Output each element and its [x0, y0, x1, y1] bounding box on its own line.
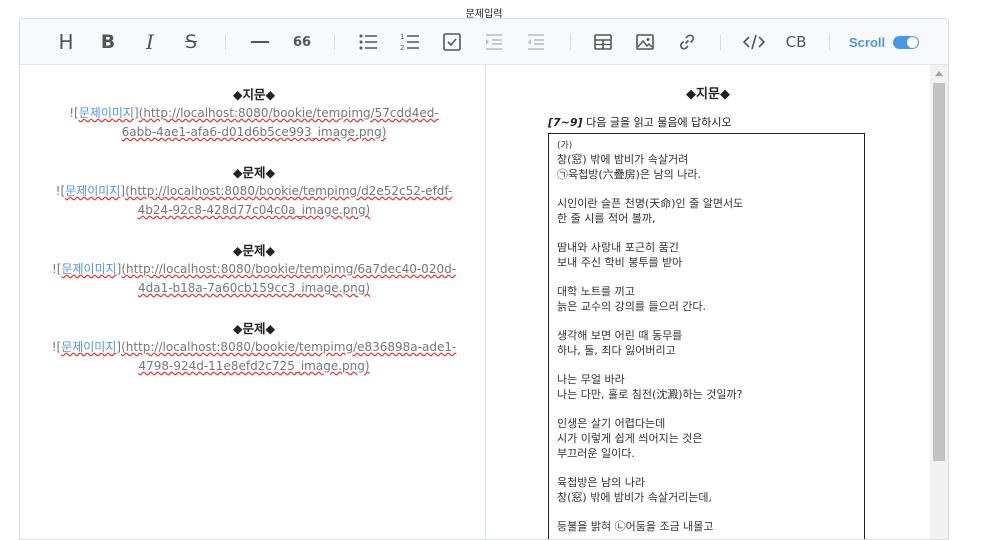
md-image-url-cont: 6abb-4ae1-afa6-d01d6b5ce993_image.png)	[121, 125, 387, 139]
md-image-line: ![문제이미지](http://localhost:8080/bookie/te…	[51, 262, 457, 276]
poem-stanza: 등불을 밝혀 ㉡어둠을 조금 내몰고	[557, 520, 714, 533]
md-image-url-cont: 4da1-b18a-7a60cb159cc3_image.png)	[137, 281, 371, 295]
md-image-line: ![문제이미지](http://localhost:8080/bookie/te…	[55, 184, 453, 198]
md-image-alt: 문제이미지	[78, 106, 134, 120]
bold-icon[interactable]: B	[95, 29, 121, 55]
svg-text:2: 2	[400, 44, 404, 52]
md-image-url-cont: 4b24-92c8-428d77c04c0a_image.png)	[137, 203, 371, 217]
markdown-editor: H B I S 66 12 CB Scroll ◆지문◆ ![문제이미지](ht…	[19, 18, 949, 540]
bold-glyph: B	[100, 31, 116, 53]
italic-icon[interactable]: I	[137, 29, 163, 55]
instruction-text: 다음 글을 읽고 물음에 답하시오	[586, 116, 732, 129]
toolbar-divider	[829, 35, 830, 50]
table-icon[interactable]	[590, 29, 616, 55]
strike-icon[interactable]: S	[178, 29, 204, 55]
preview-pane: ◆지문◆ [7~9] 다음 글을 읽고 물음에 답하시오 (가) 창(窓) 밖에…	[486, 65, 930, 539]
page-header: 문제입력	[285, 0, 683, 20]
outdent-icon[interactable]	[523, 29, 549, 55]
code-icon[interactable]	[741, 29, 767, 55]
md-image-alt: 문제이미지	[61, 340, 117, 354]
md-heading: ◆문제◆	[232, 165, 276, 180]
poem-label: (가)	[557, 141, 573, 151]
md-block: ◆문제◆ ![문제이미지](http://localhost:8080/book…	[40, 163, 468, 220]
md-image-line: ![문제이미지](http://localhost:8080/bookie/te…	[69, 106, 439, 120]
md-image-url: (http://localhost:8080/bookie/tempimg/e8…	[121, 340, 457, 354]
md-image-line: ![문제이미지](http://localhost:8080/bookie/te…	[51, 340, 457, 354]
scrollbar-thumb[interactable]	[933, 83, 945, 461]
poem-stanza: 땀내와 사랑내 포근히 품긴 보내 주신 학비 봉투를 받아	[557, 241, 683, 269]
scroll-up-arrow-icon[interactable]	[935, 71, 943, 76]
toolbar-divider	[334, 35, 335, 50]
toolbar-divider	[720, 35, 721, 50]
toggle-knob	[907, 37, 918, 48]
scroll-sync-toggle[interactable]	[893, 36, 919, 49]
poem-box: (가) 창(窓) 밖에 밤비가 속살거려 ㉠육첩방(六疊房)은 남의 나라. 시…	[548, 133, 865, 539]
md-image-alt: 문제이미지	[65, 184, 121, 198]
poem-stanza: 나는 무얼 바라 나는 다만, 홀로 침전(沈澱)하는 것일까?	[557, 373, 743, 401]
link-icon[interactable]	[674, 29, 700, 55]
poem-stanza: 생각해 보면 어린 때 동무를 하나, 둘, 죄다 잃어버리고	[557, 329, 683, 357]
md-heading: ◆지문◆	[232, 87, 276, 102]
quote-icon[interactable]: 66	[289, 29, 315, 55]
md-image-url: (http://localhost:8080/bookie/tempimg/6a…	[121, 262, 457, 276]
codeblock-glyph: CB	[785, 33, 807, 51]
task-list-icon[interactable]	[439, 29, 465, 55]
heading-icon[interactable]: H	[53, 29, 79, 55]
svg-text:1: 1	[400, 33, 404, 41]
poem-stanza: 육첩방은 남의 나라 창(窓) 밖에 밤비가 속살거리는데,	[557, 476, 713, 504]
italic-glyph: I	[146, 30, 154, 54]
hr-icon[interactable]	[247, 29, 273, 55]
md-block: ◆문제◆ ![문제이미지](http://localhost:8080/book…	[40, 319, 468, 376]
md-image-url: (http://localhost:8080/bookie/tempimg/d2…	[125, 184, 453, 198]
preview-heading: ◆지문◆	[686, 87, 730, 102]
poem-stanza: 창(窓) 밖에 밤비가 속살거려 ㉠육첩방(六疊房)은 남의 나라.	[557, 153, 702, 181]
bullet-list-icon[interactable]	[355, 29, 381, 55]
md-block: ◆지문◆ ![문제이미지](http://localhost:8080/book…	[40, 85, 468, 142]
codeblock-icon[interactable]: CB	[783, 29, 809, 55]
toolbar-divider	[225, 35, 226, 50]
ordered-list-icon[interactable]: 12	[397, 29, 423, 55]
preview-scrollbar[interactable]	[930, 65, 948, 539]
heading-glyph: H	[58, 30, 74, 54]
poem-stanza: 대학 노트를 끼고 늙은 교수의 강의를 들으러 간다.	[557, 285, 707, 313]
poem-stanza: 인생은 살기 어렵다는데 시가 이렇게 쉽게 씌어지는 것은 부끄러운 일이다.	[557, 417, 703, 460]
preview-instruction: [7~9] 다음 글을 읽고 물음에 답하시오	[548, 114, 732, 130]
poem-stanza: 시인이란 슬픈 천명(天命)인 줄 알면서도 한 줄 시를 적어 볼까,	[557, 197, 744, 225]
scroll-sync-label: Scroll	[849, 35, 886, 50]
md-heading: ◆문제◆	[232, 321, 276, 336]
md-heading: ◆문제◆	[232, 243, 276, 258]
markdown-input-pane[interactable]: ◆지문◆ ![문제이미지](http://localhost:8080/book…	[20, 65, 486, 539]
md-image-alt: 문제이미지	[61, 262, 117, 276]
image-icon[interactable]	[632, 29, 658, 55]
instruction-range: [7~9]	[548, 116, 583, 129]
strike-glyph: S	[184, 31, 198, 53]
editor-toolbar: H B I S 66 12 CB Scroll	[20, 19, 948, 65]
quote-glyph: 66	[292, 34, 312, 50]
md-image-url-cont: 4798-924d-11e8efd2c725_image.png)	[138, 359, 370, 373]
toolbar-divider	[570, 35, 571, 50]
indent-icon[interactable]	[481, 29, 507, 55]
md-image-url: (http://localhost:8080/bookie/tempimg/57…	[138, 106, 439, 120]
md-block: ◆문제◆ ![문제이미지](http://localhost:8080/book…	[40, 241, 468, 298]
